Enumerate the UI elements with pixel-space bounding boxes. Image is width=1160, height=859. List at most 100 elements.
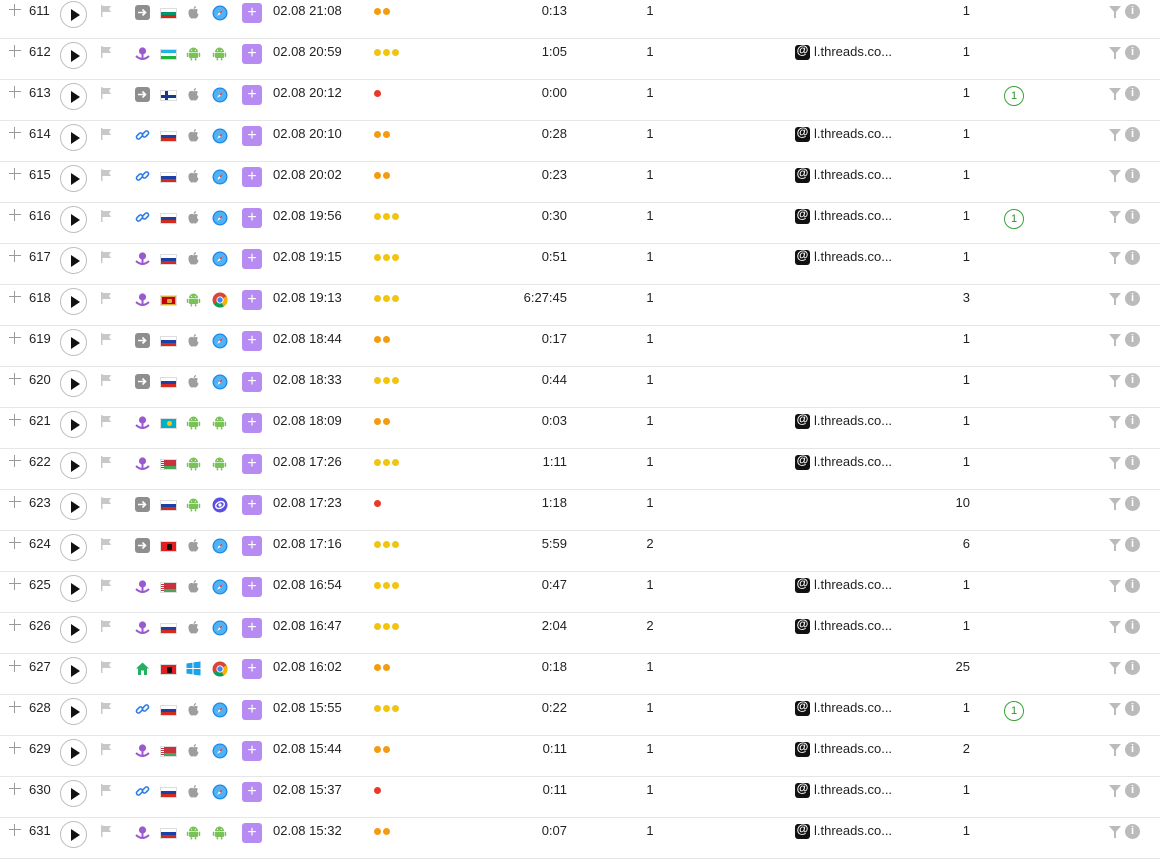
play-recording-button[interactable] — [60, 657, 87, 684]
expand-plus-icon[interactable] — [8, 3, 22, 17]
expand-plus-icon[interactable] — [8, 741, 22, 755]
expand-plus-icon[interactable] — [8, 618, 22, 632]
filter-icon[interactable] — [1109, 703, 1121, 715]
play-recording-button[interactable] — [60, 288, 87, 315]
table-row[interactable]: 614 +02.08 20:10 0:28 1 l.threads.co... 1 i — [0, 120, 1160, 162]
add-tag-button[interactable]: + — [242, 167, 262, 187]
play-recording-button[interactable] — [60, 124, 87, 151]
table-row[interactable]: 628 +02.08 15:55 0:22 1 l.threads.co... 1 1 i — [0, 694, 1160, 736]
expand-plus-icon[interactable] — [8, 823, 22, 837]
info-icon[interactable]: i — [1125, 824, 1140, 839]
add-tag-button[interactable]: + — [242, 208, 262, 228]
add-tag-button[interactable]: + — [242, 290, 262, 310]
expand-plus-icon[interactable] — [8, 454, 22, 468]
table-row[interactable]: 612 +02.08 20:59 1:05 1 l.threads.co... 1 i — [0, 38, 1160, 80]
table-row[interactable]: 611 +02.08 21:08 0:13 1 1 i — [0, 0, 1160, 39]
info-icon[interactable]: i — [1125, 332, 1140, 347]
add-tag-button[interactable]: + — [242, 372, 262, 392]
table-row[interactable]: 624 +02.08 17:16 5:59 2 6 i — [0, 530, 1160, 572]
info-icon[interactable]: i — [1125, 127, 1140, 142]
expand-plus-icon[interactable] — [8, 126, 22, 140]
play-recording-button[interactable] — [60, 698, 87, 725]
flag-icon[interactable] — [99, 291, 113, 305]
table-row[interactable]: 615 +02.08 20:02 0:23 1 l.threads.co... 1 i — [0, 161, 1160, 203]
add-tag-button[interactable]: + — [242, 536, 262, 556]
play-recording-button[interactable] — [60, 370, 87, 397]
play-recording-button[interactable] — [60, 534, 87, 561]
expand-plus-icon[interactable] — [8, 413, 22, 427]
flag-icon[interactable] — [99, 332, 113, 346]
flag-icon[interactable] — [99, 537, 113, 551]
flag-icon[interactable] — [99, 250, 113, 264]
info-icon[interactable]: i — [1125, 537, 1140, 552]
flag-icon[interactable] — [99, 455, 113, 469]
info-icon[interactable]: i — [1125, 414, 1140, 429]
info-icon[interactable]: i — [1125, 455, 1140, 470]
table-row[interactable]: 630 +02.08 15:37 0:11 1 l.threads.co... 1 i — [0, 776, 1160, 818]
add-tag-button[interactable]: + — [242, 782, 262, 802]
info-icon[interactable]: i — [1125, 619, 1140, 634]
flag-icon[interactable] — [99, 45, 113, 59]
add-tag-button[interactable]: + — [242, 700, 262, 720]
play-recording-button[interactable] — [60, 411, 87, 438]
table-row[interactable]: 618 +02.08 19:13 6:27:45 1 3 i — [0, 284, 1160, 326]
expand-plus-icon[interactable] — [8, 536, 22, 550]
expand-plus-icon[interactable] — [8, 249, 22, 263]
filter-icon[interactable] — [1109, 47, 1121, 59]
expand-plus-icon[interactable] — [8, 577, 22, 591]
expand-plus-icon[interactable] — [8, 331, 22, 345]
table-row[interactable]: 616 +02.08 19:56 0:30 1 l.threads.co... 1 1 i — [0, 202, 1160, 244]
play-recording-button[interactable] — [60, 616, 87, 643]
flag-icon[interactable] — [99, 209, 113, 223]
add-tag-button[interactable]: + — [242, 659, 262, 679]
filter-icon[interactable] — [1109, 211, 1121, 223]
table-row[interactable]: 621 +02.08 18:09 0:03 1 l.threads.co... 1 i — [0, 407, 1160, 449]
add-tag-button[interactable]: + — [242, 3, 262, 23]
flag-icon[interactable] — [99, 4, 113, 18]
table-row[interactable]: 623 +02.08 17:23 1:18 1 10 i — [0, 489, 1160, 531]
flag-icon[interactable] — [99, 414, 113, 428]
add-tag-button[interactable]: + — [242, 618, 262, 638]
info-icon[interactable]: i — [1125, 578, 1140, 593]
play-recording-button[interactable] — [60, 821, 87, 848]
filter-icon[interactable] — [1109, 170, 1121, 182]
flag-icon[interactable] — [99, 701, 113, 715]
flag-icon[interactable] — [99, 619, 113, 633]
filter-icon[interactable] — [1109, 252, 1121, 264]
flag-icon[interactable] — [99, 496, 113, 510]
flag-icon[interactable] — [99, 168, 113, 182]
info-icon[interactable]: i — [1125, 209, 1140, 224]
expand-plus-icon[interactable] — [8, 44, 22, 58]
info-icon[interactable]: i — [1125, 168, 1140, 183]
table-row[interactable]: 617 +02.08 19:15 0:51 1 l.threads.co... 1 i — [0, 243, 1160, 285]
info-icon[interactable]: i — [1125, 250, 1140, 265]
filter-icon[interactable] — [1109, 416, 1121, 428]
table-row[interactable]: 619 +02.08 18:44 0:17 1 1 i — [0, 325, 1160, 367]
add-tag-button[interactable]: + — [242, 44, 262, 64]
filter-icon[interactable] — [1109, 293, 1121, 305]
expand-plus-icon[interactable] — [8, 700, 22, 714]
add-tag-button[interactable]: + — [242, 126, 262, 146]
table-row[interactable]: 631 +02.08 15:32 0:07 1 l.threads.co... 1 i — [0, 817, 1160, 859]
expand-plus-icon[interactable] — [8, 290, 22, 304]
goal-badge[interactable]: 1 — [1004, 701, 1024, 721]
info-icon[interactable]: i — [1125, 742, 1140, 757]
play-recording-button[interactable] — [60, 575, 87, 602]
play-recording-button[interactable] — [60, 452, 87, 479]
filter-icon[interactable] — [1109, 375, 1121, 387]
flag-icon[interactable] — [99, 86, 113, 100]
flag-icon[interactable] — [99, 824, 113, 838]
play-recording-button[interactable] — [60, 206, 87, 233]
play-recording-button[interactable] — [60, 247, 87, 274]
filter-icon[interactable] — [1109, 785, 1121, 797]
add-tag-button[interactable]: + — [242, 249, 262, 269]
info-icon[interactable]: i — [1125, 4, 1140, 19]
filter-icon[interactable] — [1109, 621, 1121, 633]
filter-icon[interactable] — [1109, 88, 1121, 100]
expand-plus-icon[interactable] — [8, 208, 22, 222]
play-recording-button[interactable] — [60, 739, 87, 766]
table-row[interactable]: 627 +02.08 16:02 0:18 1 25 i — [0, 653, 1160, 695]
filter-icon[interactable] — [1109, 457, 1121, 469]
add-tag-button[interactable]: + — [242, 413, 262, 433]
add-tag-button[interactable]: + — [242, 85, 262, 105]
